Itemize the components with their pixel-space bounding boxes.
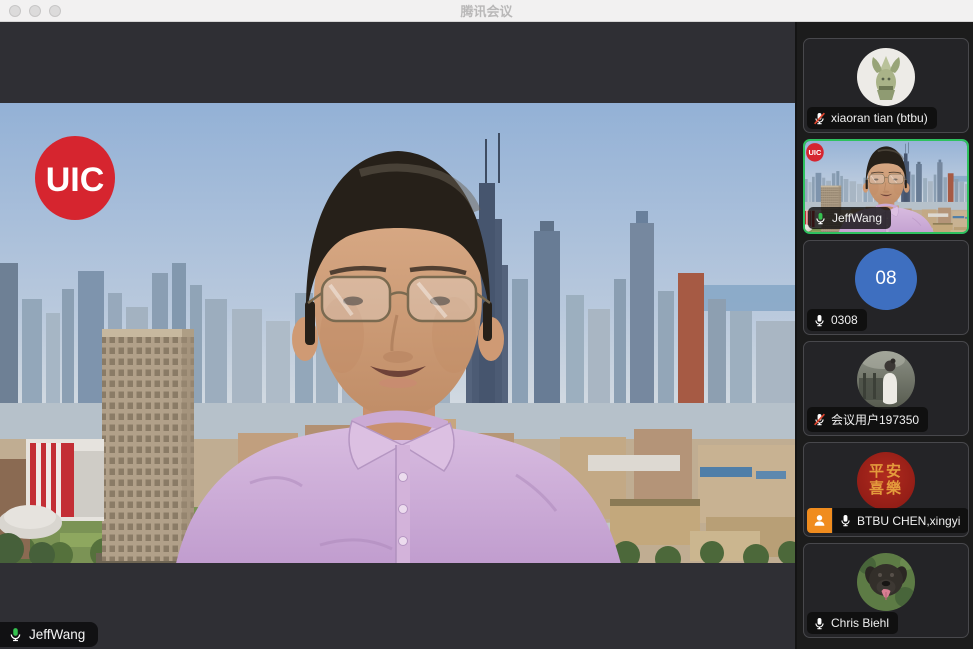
window-title: 腾讯会议 bbox=[0, 1, 973, 20]
photo-person-avatar bbox=[857, 351, 915, 409]
uic-logo: UIC bbox=[35, 136, 115, 220]
avatar: 08 bbox=[855, 248, 917, 310]
dog-photo-avatar bbox=[857, 553, 915, 611]
close-button[interactable] bbox=[9, 5, 21, 17]
participant-tile-meeting-user[interactable]: 会议用户197350 bbox=[803, 341, 969, 436]
avatar: 平安 喜樂 bbox=[857, 452, 915, 510]
main-speaker-name: JeffWang bbox=[29, 627, 85, 642]
svg-text:UIC: UIC bbox=[46, 161, 105, 199]
main-video-feed[interactable]: UIC bbox=[0, 103, 795, 563]
minimize-button[interactable] bbox=[29, 5, 41, 17]
active-mic-icon bbox=[8, 627, 23, 642]
mic-icon bbox=[839, 514, 852, 527]
avatar bbox=[857, 351, 915, 409]
participant-tile-jeffwang[interactable]: JeffWang bbox=[803, 139, 969, 234]
participant-tile-0308[interactable]: 08 0308 bbox=[803, 240, 969, 335]
participant-name: xiaoran tian (btbu) bbox=[831, 111, 928, 125]
titlebar: 腾讯会议 bbox=[0, 0, 973, 22]
participant-tile-btbu-chen[interactable]: 平安 喜樂 bbox=[803, 442, 969, 537]
main-video-area[interactable]: UIC JeffWang bbox=[0, 22, 795, 649]
avatar-text-line2: 喜樂 bbox=[869, 481, 903, 498]
avatar-initials: 08 bbox=[875, 268, 896, 290]
user-badge-icon bbox=[807, 508, 832, 533]
plant-character-avatar bbox=[857, 48, 915, 106]
muted-mic-icon bbox=[813, 112, 826, 125]
participants-sidebar: xiaoran tian (btbu) JeffWa bbox=[795, 22, 973, 649]
zoom-button[interactable] bbox=[49, 5, 61, 17]
mic-icon bbox=[813, 314, 826, 327]
participant-name: BTBU CHEN,xingyi bbox=[857, 514, 960, 528]
main-speaker-label: JeffWang bbox=[0, 622, 98, 647]
muted-mic-icon bbox=[813, 413, 826, 426]
participant-tile-chris-biehl[interactable]: Chris Biehl bbox=[803, 543, 969, 638]
meeting-window: 腾讯会议 bbox=[0, 0, 973, 649]
avatar-text-line1: 平安 bbox=[869, 464, 903, 481]
participant-tile-xiaoran-tian[interactable]: xiaoran tian (btbu) bbox=[803, 38, 969, 133]
active-mic-icon bbox=[814, 212, 827, 225]
mic-icon bbox=[813, 617, 826, 630]
participant-name: 会议用户197350 bbox=[831, 411, 919, 428]
participant-name: JeffWang bbox=[832, 211, 882, 225]
participant-name: 0308 bbox=[831, 313, 858, 327]
avatar bbox=[857, 553, 915, 611]
participant-name: Chris Biehl bbox=[831, 616, 889, 630]
avatar bbox=[857, 48, 915, 106]
